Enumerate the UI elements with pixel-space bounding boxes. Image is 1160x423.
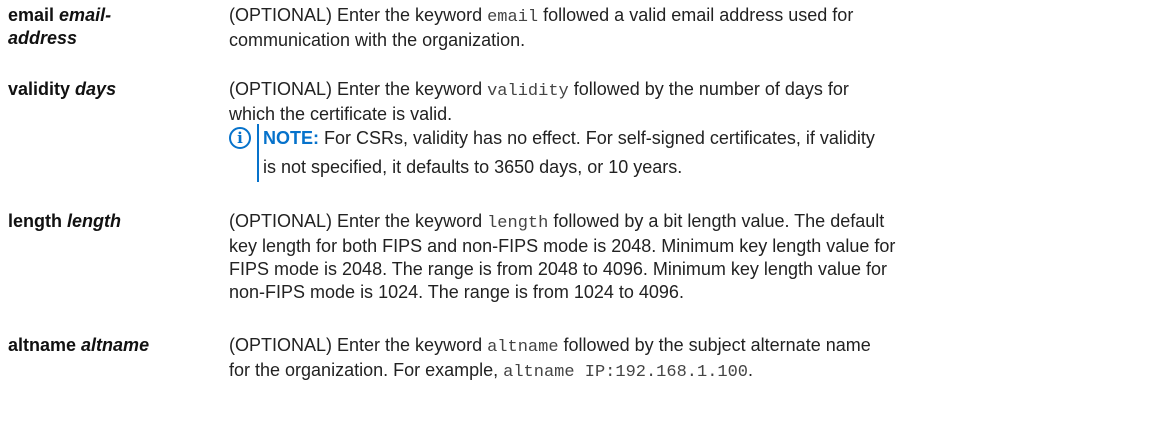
note-line: is not specified, it defaults to 3650 da…: [263, 157, 683, 177]
desc-prefix: (OPTIONAL) Enter the keyword: [229, 79, 483, 99]
desc-prefix: (OPTIONAL) Enter the keyword: [229, 211, 483, 231]
param-term-length: length length: [8, 210, 213, 233]
desc-code: altname: [487, 338, 559, 357]
term-keyword: altname: [8, 335, 77, 355]
param-term-altname: altname altname: [8, 334, 213, 357]
desc-code: validity: [487, 82, 569, 101]
parameter-table: email email- address (OPTIONAL) Enter th…: [0, 0, 1160, 423]
desc-code: email: [487, 8, 539, 27]
desc-suffix: followed by the number of days for: [573, 79, 849, 99]
desc-line: for the organization. For example,: [229, 360, 499, 380]
desc-line: key length for both FIPS and non-FIPS mo…: [229, 236, 896, 256]
note-text: NOTE: For CSRs, validity has no effect. …: [263, 124, 1123, 182]
term-param: email-: [59, 5, 112, 25]
term-param: altname: [81, 335, 150, 355]
term-param-continued: address: [8, 28, 78, 48]
term-param: length: [67, 211, 122, 231]
desc-suffix: followed a valid email address used for: [543, 5, 854, 25]
term-param: days: [75, 79, 117, 99]
param-desc-email: (OPTIONAL) Enter the keyword email follo…: [229, 4, 1129, 52]
note-block: i NOTE: For CSRs, validity has no effect…: [229, 124, 1129, 184]
param-desc-validity: (OPTIONAL) Enter the keyword validity fo…: [229, 78, 1129, 126]
note-line: For CSRs, validity has no effect. For se…: [324, 128, 875, 148]
term-keyword: validity: [8, 79, 71, 99]
desc-example-code: altname IP:192.168.1.100: [503, 363, 748, 382]
param-desc-altname: (OPTIONAL) Enter the keyword altname fol…: [229, 334, 1129, 384]
desc-line: non-FIPS mode is 1024. The range is from…: [229, 282, 684, 302]
desc-period: .: [748, 360, 754, 380]
param-desc-length: (OPTIONAL) Enter the keyword length foll…: [229, 210, 1129, 304]
desc-line: communication with the organization.: [229, 30, 526, 50]
desc-prefix: (OPTIONAL) Enter the keyword: [229, 335, 483, 355]
info-circle-icon: i: [229, 127, 251, 149]
desc-suffix: followed by a bit length value. The defa…: [553, 211, 885, 231]
param-term-email: email email- address: [8, 4, 213, 50]
desc-line: FIPS mode is 2048. The range is from 204…: [229, 259, 888, 279]
desc-line: which the certificate is valid.: [229, 104, 453, 124]
term-keyword: length: [8, 211, 62, 231]
param-term-validity: validity days: [8, 78, 213, 101]
term-keyword: email: [8, 5, 55, 25]
desc-suffix: followed by the subject alternate name: [563, 335, 871, 355]
desc-prefix: (OPTIONAL) Enter the keyword: [229, 5, 483, 25]
note-label: NOTE:: [263, 128, 319, 148]
note-divider: [257, 124, 259, 182]
desc-code: length: [487, 214, 549, 233]
